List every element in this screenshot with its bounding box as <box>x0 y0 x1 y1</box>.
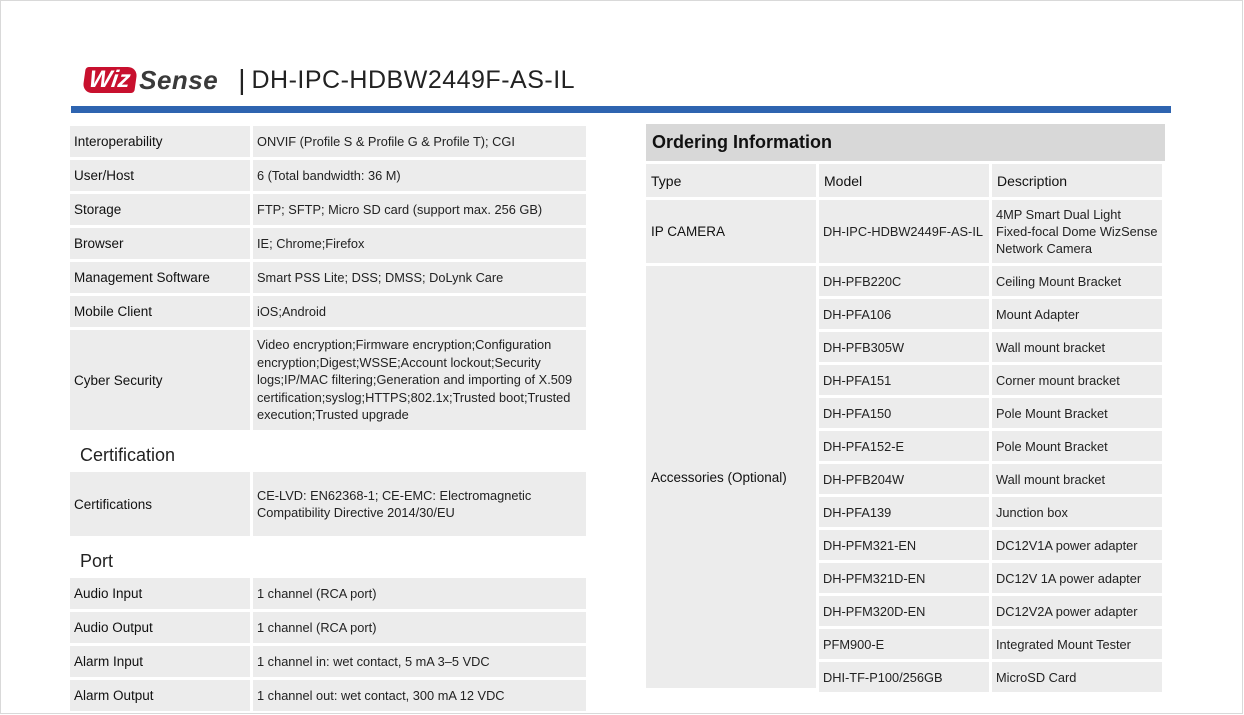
header-type: Type <box>646 164 816 197</box>
spec-value: 1 channel (RCA port) <box>253 578 586 609</box>
ordering-row: PFM900-E Integrated Mount Tester <box>819 629 1162 659</box>
document-header: Wiz Sense | DH-IPC-HDBW2449F-AS-IL <box>82 62 576 98</box>
wizsense-logo: Wiz Sense <box>82 64 219 95</box>
spec-value: ONVIF (Profile S & Profile G & Profile T… <box>253 126 586 157</box>
description-cell: 4MP Smart Dual Light Fixed-focal Dome Wi… <box>992 200 1162 263</box>
ordering-information-table: Ordering Information Type Model Descript… <box>646 124 1165 695</box>
model-cell: DH-IPC-HDBW2449F-AS-IL <box>819 200 989 263</box>
ordering-row: DH-PFB220C Ceiling Mount Bracket <box>819 266 1162 296</box>
page-title: DH-IPC-HDBW2449F-AS-IL <box>251 65 576 94</box>
description-cell: DC12V1A power adapter <box>992 530 1162 560</box>
spec-value: 1 channel out: wet contact, 300 mA 12 VD… <box>253 680 586 711</box>
spec-key: Certifications <box>70 472 250 536</box>
model-cell: DH-PFM321-EN <box>819 530 989 560</box>
description-cell: Pole Mount Bracket <box>992 431 1162 461</box>
description-cell: Junction box <box>992 497 1162 527</box>
spec-value: Video encryption;Firmware encryption;Con… <box>253 330 586 430</box>
spec-key: User/Host <box>70 160 250 191</box>
description-cell: DC12V 1A power adapter <box>992 563 1162 593</box>
section-title-certification: Certification <box>80 445 176 465</box>
logo-wiz-text: Wiz <box>82 66 138 93</box>
spec-row: Audio Output 1 channel (RCA port) <box>70 612 586 643</box>
spec-key: Mobile Client <box>70 296 250 327</box>
ordering-row: DH-PFA150 Pole Mount Bracket <box>819 398 1162 428</box>
ordering-row: DH-PFM321D-EN DC12V 1A power adapter <box>819 563 1162 593</box>
ordering-title: Ordering Information <box>646 124 1165 161</box>
spec-key: Audio Input <box>70 578 250 609</box>
ordering-row: DHI-TF-P100/256GB MicroSD Card <box>819 662 1162 692</box>
spec-key: Management Software <box>70 262 250 293</box>
spec-key: Storage <box>70 194 250 225</box>
spec-row: Certifications CE-LVD: EN62368-1; CE-EMC… <box>70 472 586 536</box>
spec-row: Alarm Output 1 channel out: wet contact,… <box>70 680 586 711</box>
model-cell: PFM900-E <box>819 629 989 659</box>
description-cell: MicroSD Card <box>992 662 1162 692</box>
type-accessories: Accessories (Optional) <box>646 266 816 688</box>
model-cell: DH-PFM320D-EN <box>819 596 989 626</box>
model-cell: DH-PFA151 <box>819 365 989 395</box>
spec-value: FTP; SFTP; Micro SD card (support max. 2… <box>253 194 586 225</box>
description-cell: Mount Adapter <box>992 299 1162 329</box>
ordering-row: DH-PFB204W Wall mount bracket <box>819 464 1162 494</box>
ordering-row: DH-IPC-HDBW2449F-AS-IL 4MP Smart Dual Li… <box>819 200 1162 263</box>
ordering-row: DH-PFM320D-EN DC12V2A power adapter <box>819 596 1162 626</box>
title-separator: | <box>238 64 246 95</box>
model-cell: DH-PFB220C <box>819 266 989 296</box>
type-column: IP CAMERA Accessories (Optional) <box>646 200 816 695</box>
model-cell: DH-PFA150 <box>819 398 989 428</box>
ordering-row: DH-PFA152-E Pole Mount Bracket <box>819 431 1162 461</box>
spec-key: Alarm Input <box>70 646 250 677</box>
spec-row: Mobile Client iOS;Android <box>70 296 586 327</box>
ordering-header-row: Type Model Description <box>646 164 1165 197</box>
spec-value: Smart PSS Lite; DSS; DMSS; DoLynk Care <box>253 262 586 293</box>
header-divider <box>71 106 1171 113</box>
ordering-row: DH-PFA151 Corner mount bracket <box>819 365 1162 395</box>
description-cell: Corner mount bracket <box>992 365 1162 395</box>
ordering-row: DH-PFA106 Mount Adapter <box>819 299 1162 329</box>
type-ip-camera: IP CAMERA <box>646 200 816 263</box>
ordering-row: DH-PFB305W Wall mount bracket <box>819 332 1162 362</box>
spec-value: IE; Chrome;Firefox <box>253 228 586 259</box>
spec-row: Interoperability ONVIF (Profile S & Prof… <box>70 126 586 157</box>
description-cell: Wall mount bracket <box>992 332 1162 362</box>
spec-key: Browser <box>70 228 250 259</box>
spec-row: Audio Input 1 channel (RCA port) <box>70 578 586 609</box>
spec-value: 1 channel (RCA port) <box>253 612 586 643</box>
spec-row: Alarm Input 1 channel in: wet contact, 5… <box>70 646 586 677</box>
model-cell: DHI-TF-P100/256GB <box>819 662 989 692</box>
spec-value: 6 (Total bandwidth: 36 M) <box>253 160 586 191</box>
description-cell: Ceiling Mount Bracket <box>992 266 1162 296</box>
spec-table: Interoperability ONVIF (Profile S & Prof… <box>70 126 586 714</box>
ordering-row: DH-PFA139 Junction box <box>819 497 1162 527</box>
spec-value: CE-LVD: EN62368-1; CE-EMC: Electromagnet… <box>253 472 586 536</box>
spec-key: Audio Output <box>70 612 250 643</box>
spec-key: Alarm Output <box>70 680 250 711</box>
spec-value: iOS;Android <box>253 296 586 327</box>
description-cell: Wall mount bracket <box>992 464 1162 494</box>
model-cell: DH-PFM321D-EN <box>819 563 989 593</box>
model-cell: DH-PFB204W <box>819 464 989 494</box>
description-cell: Pole Mount Bracket <box>992 398 1162 428</box>
spec-row: User/Host 6 (Total bandwidth: 36 M) <box>70 160 586 191</box>
spec-row: Browser IE; Chrome;Firefox <box>70 228 586 259</box>
ordering-row: DH-PFM321-EN DC12V1A power adapter <box>819 530 1162 560</box>
model-cell: DH-PFA152-E <box>819 431 989 461</box>
description-cell: Integrated Mount Tester <box>992 629 1162 659</box>
spec-key: Interoperability <box>70 126 250 157</box>
spec-key: Cyber Security <box>70 330 250 430</box>
header-model: Model <box>819 164 989 197</box>
spec-row: Cyber Security Video encryption;Firmware… <box>70 330 586 430</box>
description-cell: DC12V2A power adapter <box>992 596 1162 626</box>
model-cell: DH-PFA139 <box>819 497 989 527</box>
ordering-body: IP CAMERA Accessories (Optional) DH-IPC-… <box>646 200 1165 695</box>
model-cell: DH-PFA106 <box>819 299 989 329</box>
header-description: Description <box>992 164 1162 197</box>
model-cell: DH-PFB305W <box>819 332 989 362</box>
spec-row: Storage FTP; SFTP; Micro SD card (suppor… <box>70 194 586 225</box>
model-description-column: DH-IPC-HDBW2449F-AS-IL 4MP Smart Dual Li… <box>819 200 1162 695</box>
spec-row: Management Software Smart PSS Lite; DSS;… <box>70 262 586 293</box>
section-title-port: Port <box>80 551 114 571</box>
logo-sense-text: Sense <box>139 64 219 95</box>
spec-value: 1 channel in: wet contact, 5 mA 3–5 VDC <box>253 646 586 677</box>
